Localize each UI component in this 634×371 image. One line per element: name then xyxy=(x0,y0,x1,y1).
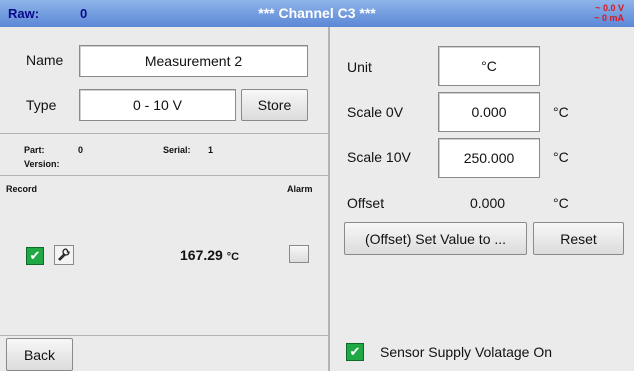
name-field[interactable]: Measurement 2 xyxy=(79,45,308,77)
scale10-label: Scale 10V xyxy=(347,149,411,165)
current-readout: ~ 0 mA xyxy=(594,13,624,23)
unit-label: Unit xyxy=(347,59,372,75)
name-label: Name xyxy=(26,52,64,68)
divider-info-bottom xyxy=(0,175,328,176)
voltage-readout: ~ 0.0 V xyxy=(595,3,624,13)
check-icon: ✔ xyxy=(29,248,41,263)
scale0-field[interactable]: 0.000 xyxy=(438,92,540,132)
offset-value: 0.000 xyxy=(470,195,506,211)
left-panel xyxy=(0,27,328,371)
set-offset-value-button[interactable]: (Offset) Set Value to ... xyxy=(344,222,527,255)
sensor-supply-label: Sensor Supply Volatage On xyxy=(380,344,553,360)
sensor-supply-checkbox[interactable]: ✔ xyxy=(346,343,364,361)
signal-readout: ~ 0.0 V ~ 0 mA xyxy=(594,3,624,23)
serial-value: 1 xyxy=(208,145,214,155)
panel-divider xyxy=(328,27,330,371)
offset-label: Offset xyxy=(347,195,385,211)
unit-field[interactable]: °C xyxy=(438,46,540,86)
scale0-label: Scale 0V xyxy=(347,104,404,120)
record-settings-button[interactable] xyxy=(54,245,74,265)
divider-bottom xyxy=(0,335,328,336)
part-value: 0 xyxy=(78,145,84,155)
reset-button[interactable]: Reset xyxy=(533,222,624,255)
divider-info-top xyxy=(0,133,328,134)
serial-label: Serial: xyxy=(163,145,191,155)
type-label: Type xyxy=(26,97,57,113)
record-label: Record xyxy=(6,184,38,194)
offset-unit: °C xyxy=(553,195,569,211)
title-bar: Raw: 0 *** Channel C3 *** ~ 0.0 V ~ 0 mA xyxy=(0,0,634,27)
channel-title: *** Channel C3 *** xyxy=(258,5,376,21)
measurement-value: 167.29 xyxy=(180,247,223,263)
check-icon: ✔ xyxy=(349,344,361,359)
alarm-button[interactable] xyxy=(289,245,309,263)
type-field[interactable]: 0 - 10 V xyxy=(79,89,236,121)
part-label: Part: xyxy=(24,145,45,155)
back-button[interactable]: Back xyxy=(6,338,73,371)
alarm-label: Alarm xyxy=(287,184,313,194)
measurement-unit: °C xyxy=(226,251,240,263)
scale10-unit: °C xyxy=(553,149,569,165)
measurement-readout: 167.29 °C xyxy=(180,247,239,263)
store-button[interactable]: Store xyxy=(241,89,308,121)
record-checkbox[interactable]: ✔ xyxy=(26,247,44,265)
scale10-field[interactable]: 250.000 xyxy=(438,138,540,178)
version-label: Version: xyxy=(24,159,60,169)
wrench-icon xyxy=(58,248,70,261)
scale0-unit: °C xyxy=(553,104,569,120)
